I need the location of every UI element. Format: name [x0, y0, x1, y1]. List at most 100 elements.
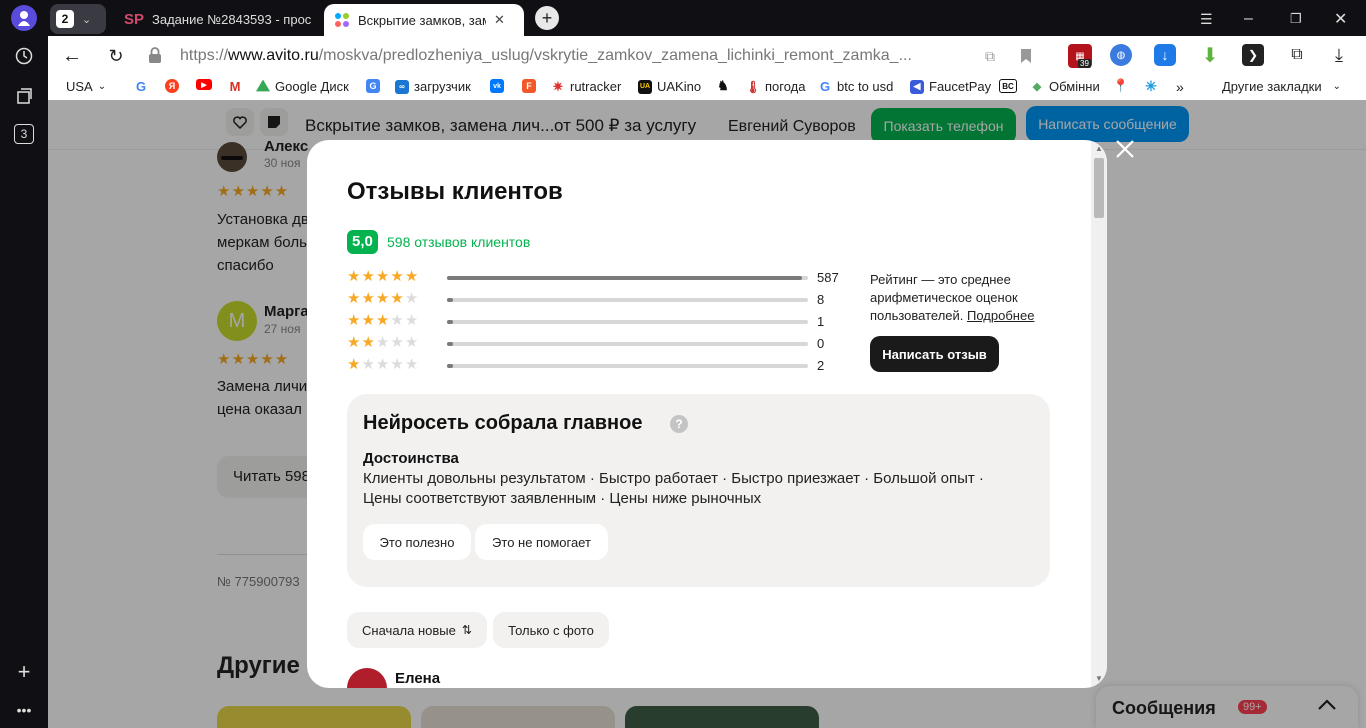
- bookmark-label: USA: [66, 79, 93, 94]
- fb-icon: F: [522, 79, 536, 93]
- tab-group-button[interactable]: 2 ⌄: [50, 4, 106, 34]
- scroll-down-icon[interactable]: ▼: [1094, 675, 1104, 683]
- reviews-modal: Отзывы клиентов 5,0 598 отзывов клиентов…: [307, 140, 1107, 688]
- bookmark-rutracker[interactable]: ✷ rutracker: [551, 79, 621, 94]
- extension-badge: 39: [1078, 59, 1091, 68]
- bookmark-btc[interactable]: Gbtc to usd: [818, 79, 893, 94]
- bookmark-icon[interactable]: [1016, 46, 1036, 66]
- downloads-icon[interactable]: ⤓: [1328, 44, 1350, 66]
- tab-inactive[interactable]: SP Задание №2843593 - прос: [124, 4, 324, 34]
- tab-counter-badge[interactable]: 3: [14, 124, 34, 144]
- bookmark-label: btc to usd: [837, 79, 894, 94]
- star-icon: ★: [361, 334, 376, 351]
- reviewer-avatar: [347, 668, 387, 688]
- reviewer-name: Елена: [395, 670, 441, 687]
- history-icon[interactable]: [12, 44, 36, 68]
- bookmark-fb[interactable]: F: [522, 79, 536, 93]
- bookmark-gmail[interactable]: M: [228, 78, 242, 94]
- address-bar[interactable]: https:// www.avito.ru /moskva/predlozhen…: [140, 40, 1020, 72]
- bookmark-star[interactable]: ✳: [1144, 77, 1158, 94]
- star-icon: ★: [375, 356, 391, 373]
- rating-bar-track: [447, 298, 808, 302]
- uakino-icon: UA: [638, 79, 652, 94]
- rating-count-label: 587: [817, 270, 839, 285]
- bookmark-loader[interactable]: ∞ загрузчик: [395, 79, 471, 94]
- rating-row-stars: ★★★★★: [347, 291, 419, 307]
- bookmark-uakino[interactable]: UA UAKino: [638, 79, 701, 94]
- bookmark-maps[interactable]: 📍: [1112, 78, 1130, 93]
- rating-count-label: 0: [817, 336, 825, 351]
- profile-avatar[interactable]: [11, 5, 37, 31]
- star-icon: ✳: [1144, 77, 1158, 94]
- star-icon: ★: [390, 268, 405, 285]
- reader-extension-icon[interactable]: ❯: [1242, 44, 1264, 66]
- minimize-icon[interactable]: –: [1244, 4, 1253, 34]
- rating-bar-track: [447, 364, 808, 368]
- maps-icon: 📍: [1112, 78, 1130, 93]
- sort-arrows-icon: ⇅: [461, 623, 472, 637]
- star-icon: ★: [390, 312, 405, 329]
- other-bookmarks[interactable]: Другие закладки ⌄: [1222, 79, 1341, 94]
- copy-link-icon[interactable]: ⧉: [980, 46, 1000, 66]
- menu-icon[interactable]: ☰: [1200, 4, 1213, 34]
- close-modal-icon[interactable]: [1114, 138, 1138, 162]
- bookmark-vk[interactable]: vk: [490, 79, 504, 93]
- rating-bar-track: [447, 342, 808, 346]
- bookmark-faucetpay[interactable]: ◀ FaucetPay: [910, 79, 991, 94]
- add-panel-icon[interactable]: +: [12, 659, 36, 684]
- sort-button[interactable]: Сначала новые ⇅: [347, 612, 487, 648]
- star-icon: ★: [375, 290, 391, 307]
- download-extension-icon[interactable]: ↓: [1154, 44, 1176, 66]
- star-icon: ★: [361, 290, 376, 307]
- rating-bar: [447, 364, 453, 368]
- scroll-up-icon[interactable]: ▲: [1094, 145, 1104, 153]
- bookmark-exchange[interactable]: ◆ Обмінни: [1030, 79, 1102, 94]
- bookmark-translate[interactable]: G: [366, 79, 380, 93]
- bookmark-label: загрузчик: [414, 79, 471, 94]
- close-window-icon[interactable]: ✕: [1334, 4, 1347, 34]
- avito-favicon-icon: [335, 13, 349, 27]
- puzzle-icon[interactable]: ⧉: [1286, 44, 1308, 66]
- rating-row-stars: ★★★★★: [347, 313, 419, 329]
- write-review-button[interactable]: Написать отзыв: [870, 336, 999, 372]
- collections-icon[interactable]: [12, 84, 36, 108]
- bookmark-chess[interactable]: ♞: [716, 78, 730, 93]
- google-icon: G: [818, 79, 832, 94]
- tab-active[interactable]: Вскрытие замков, заме ✕: [324, 4, 524, 36]
- download-green-icon[interactable]: ⬇: [1198, 44, 1222, 67]
- bookmarks-bar: USA ⌄ G Я ▶ M Google Диск G ∞ загрузчик vk…: [48, 76, 1366, 100]
- help-icon[interactable]: ?: [670, 415, 688, 433]
- restore-icon[interactable]: ❐: [1290, 4, 1302, 34]
- reload-icon[interactable]: ↻: [104, 44, 128, 68]
- star-icon: ★: [361, 312, 376, 329]
- google-icon: G: [134, 78, 148, 94]
- photo-filter-button[interactable]: Только с фото: [493, 612, 609, 648]
- new-tab-button[interactable]: +: [535, 6, 559, 30]
- more-icon[interactable]: •••: [12, 698, 36, 722]
- bookmark-yandex[interactable]: Я: [165, 79, 179, 93]
- back-arrow-icon[interactable]: ←: [60, 44, 84, 68]
- more-bookmarks-icon[interactable]: »: [1176, 79, 1184, 95]
- bookmark-label: погода: [765, 79, 806, 94]
- bookmark-youtube[interactable]: ▶: [196, 79, 212, 90]
- useful-button[interactable]: Это полезно: [363, 524, 471, 560]
- vpn-extension-icon[interactable]: ◍: [1110, 44, 1132, 66]
- bookmark-weather[interactable]: 🌡 погода: [745, 79, 806, 94]
- bookmark-google[interactable]: G: [134, 78, 148, 94]
- star-icon: ★: [347, 290, 362, 307]
- not-useful-button[interactable]: Это не помогает: [475, 524, 608, 560]
- pros-line: Клиенты довольны результатом · Быстро ра…: [363, 470, 984, 487]
- bookmark-bc[interactable]: BC: [999, 79, 1017, 93]
- scrollbar-thumb[interactable]: [1094, 158, 1104, 218]
- pros-heading: Достоинства: [363, 450, 459, 467]
- bookmark-drive[interactable]: Google Диск: [256, 79, 349, 94]
- modal-scrollbar[interactable]: ▲ ▼: [1091, 140, 1107, 688]
- bookmark-label: rutracker: [570, 79, 622, 94]
- star-icon: ★: [361, 356, 376, 373]
- tab-count: 2: [56, 10, 74, 28]
- close-tab-icon[interactable]: ✕: [494, 12, 505, 28]
- star-icon: ★: [347, 334, 362, 351]
- more-info-link[interactable]: Подробнее: [967, 308, 1034, 323]
- gmail-icon: M: [228, 78, 242, 94]
- bookmark-usa[interactable]: USA ⌄: [66, 79, 106, 94]
